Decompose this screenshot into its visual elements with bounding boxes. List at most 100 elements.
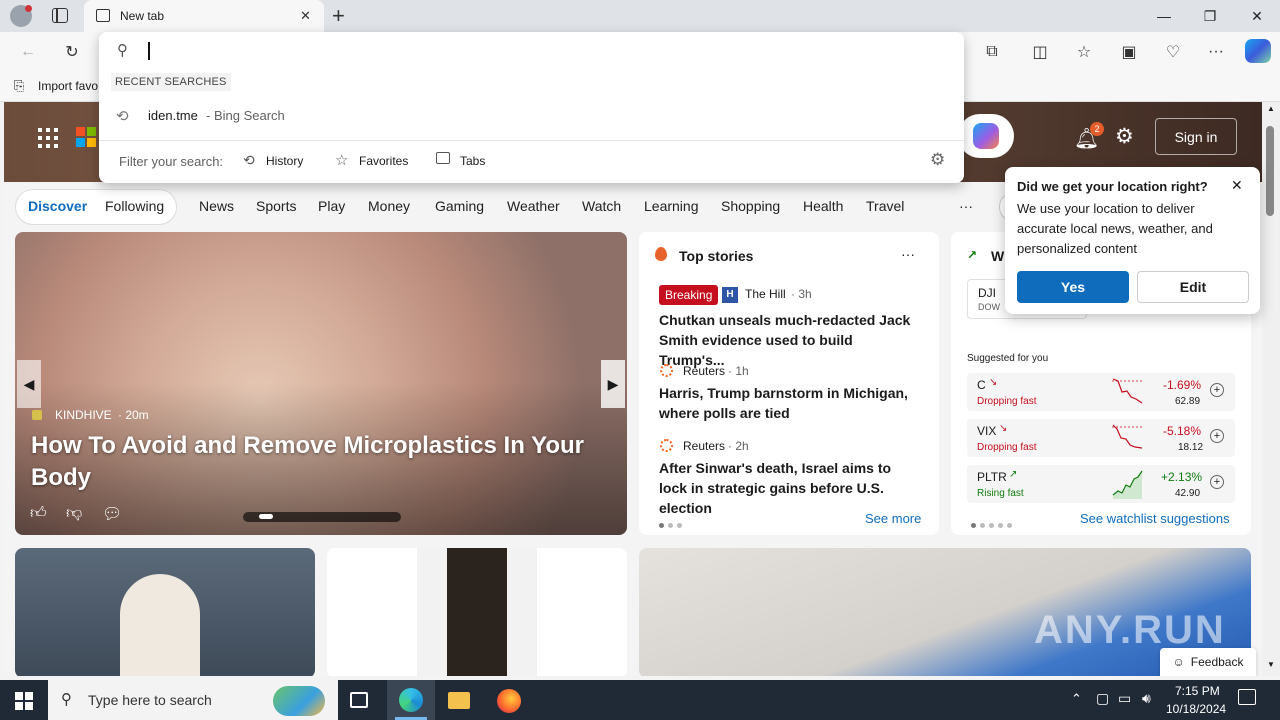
extensions-icon[interactable]: ⧉	[980, 40, 1004, 64]
feature-source: KINDHIVE	[55, 408, 112, 422]
close-tab-icon[interactable]: ✕	[300, 8, 311, 24]
thumbs-up-icon[interactable]: 👍︎	[30, 504, 47, 523]
volume-icon[interactable]: 🔊︎	[1142, 690, 1151, 707]
filter-tabs[interactable]: Tabs	[460, 154, 485, 168]
refresh-icon[interactable]: ↻	[60, 40, 84, 64]
close-window-button[interactable]: ✕	[1234, 0, 1280, 32]
add-to-watchlist-icon[interactable]: +	[1210, 383, 1224, 397]
show-hidden-icons-icon[interactable]: ⌃	[1071, 691, 1082, 707]
add-to-watchlist-icon[interactable]: +	[1210, 429, 1224, 443]
profile-icon[interactable]	[10, 5, 32, 27]
history-clock-icon: ⟲	[116, 108, 129, 125]
task-view-icon[interactable]	[350, 692, 368, 708]
minimize-button[interactable]: —	[1141, 0, 1187, 32]
comment-icon[interactable]: 💬︎	[102, 504, 122, 524]
story-headline[interactable]: After Sinwar's death, Israel aims to loc…	[659, 458, 921, 518]
filter-favorites[interactable]: Favorites	[359, 154, 408, 168]
taskbar: ⚲ Type here to search ⌃ ▢ ▭ 🔊︎ 7:15 PM 1…	[0, 680, 1280, 720]
tab-health[interactable]: Health	[803, 198, 843, 214]
tab-discover[interactable]: Discover	[28, 198, 87, 214]
taskbar-search-box[interactable]: ⚲ Type here to search	[48, 680, 338, 720]
file-explorer-icon[interactable]	[448, 692, 470, 709]
tab-new-tab[interactable]: New tab ✕	[84, 0, 324, 32]
notification-center-icon[interactable]	[1238, 689, 1256, 705]
search-settings-gear-icon[interactable]: ⚙	[930, 150, 945, 170]
network-status-icon[interactable]: ▢	[1096, 690, 1109, 707]
tab-play[interactable]: Play	[318, 198, 345, 214]
address-input-caret[interactable]	[148, 42, 150, 60]
new-tab-button[interactable]: +	[332, 3, 345, 29]
story-source: Reuters	[683, 364, 726, 378]
import-favorites-link[interactable]: Import favo	[38, 79, 98, 93]
carousel-indicator[interactable]	[243, 512, 401, 522]
story-headline[interactable]: Chutkan unseals much-redacted Jack Smith…	[659, 310, 921, 370]
close-popup-icon[interactable]: ✕	[1231, 177, 1243, 194]
import-favorites-icon[interactable]: ⎘	[14, 78, 24, 94]
recent-search-query: iden.tme	[148, 108, 198, 123]
feedback-icon: ☺	[1172, 655, 1185, 669]
windows-start-icon[interactable]	[15, 692, 33, 710]
thumbs-down-icon[interactable]: 👎︎	[66, 504, 82, 523]
tab-learning[interactable]: Learning	[644, 198, 699, 214]
suggested-label: Suggested for you	[967, 353, 1049, 364]
carousel-next-button[interactable]: ▶	[601, 360, 625, 408]
feedback-button[interactable]: ☺ Feedback	[1160, 648, 1256, 676]
split-screen-icon[interactable]: ◫	[1028, 40, 1052, 64]
tab-news[interactable]: News	[199, 198, 234, 214]
sign-in-button[interactable]: Sign in	[1155, 118, 1237, 155]
tab-actions-icon[interactable]	[52, 8, 68, 23]
see-watchlist-suggestions-link[interactable]: See watchlist suggestions	[1080, 511, 1230, 526]
back-arrow-icon[interactable]: ←	[16, 40, 40, 64]
location-popup-body: We use your location to deliver accurate…	[1017, 201, 1213, 256]
copilot-page-button[interactable]	[958, 114, 1014, 158]
clock-date[interactable]: 10/18/2024	[1166, 702, 1226, 716]
fire-icon	[655, 247, 667, 261]
article-image-person	[120, 574, 200, 676]
page-settings-gear-icon[interactable]: ⚙	[1115, 124, 1134, 149]
watchlist-pager[interactable]	[971, 516, 1016, 531]
taskbar-edge-button[interactable]	[387, 680, 435, 720]
clock-time[interactable]: 7:15 PM	[1175, 684, 1220, 698]
stock-row[interactable]: PLTR ↗ Rising fast +2.13% 42.90 +	[967, 465, 1235, 503]
stock-row[interactable]: C ↘ Dropping fast -1.69% 62.89 +	[967, 373, 1235, 411]
filter-history[interactable]: History	[266, 154, 303, 168]
yes-button[interactable]: Yes	[1017, 271, 1129, 303]
top-stories-more-button[interactable]: ···	[901, 246, 915, 262]
page-scrollbar[interactable]: ▲ ▼	[1262, 102, 1280, 676]
feedback-label: Feedback	[1190, 655, 1244, 669]
stock-row[interactable]: VIX ↘ Dropping fast -5.18% 18.12 +	[967, 419, 1235, 457]
app-launcher-icon[interactable]	[38, 128, 58, 148]
browser-essentials-icon[interactable]: ♡	[1161, 40, 1185, 64]
tab-weather[interactable]: Weather	[507, 198, 560, 214]
network-icon[interactable]: ▭	[1118, 690, 1131, 707]
article-card-fashion[interactable]	[327, 548, 627, 676]
tab-gaming[interactable]: Gaming	[435, 198, 484, 214]
tab-shopping[interactable]: Shopping	[721, 198, 780, 214]
address-input-row[interactable]: ⚲	[99, 32, 964, 72]
favorites-star-icon[interactable]: ☆	[1072, 40, 1096, 64]
feature-headline[interactable]: How To Avoid and Remove Microplastics In…	[31, 430, 591, 494]
taskbar-search-placeholder: Type here to search	[88, 692, 212, 708]
firefox-icon[interactable]	[497, 689, 521, 713]
tab-following[interactable]: Following	[105, 198, 164, 214]
copilot-icon[interactable]	[1245, 39, 1271, 63]
story-source: The Hill	[745, 287, 786, 301]
tab-watch[interactable]: Watch	[582, 198, 621, 214]
add-to-watchlist-icon[interactable]: +	[1210, 475, 1224, 489]
feature-article-card[interactable]: ◀ ▶ KINDHIVE · 20m How To Avoid and Remo…	[15, 232, 627, 535]
nav-more-button[interactable]: ···	[959, 198, 973, 214]
tab-travel[interactable]: Travel	[866, 198, 904, 214]
edit-location-button[interactable]: Edit	[1137, 271, 1249, 303]
article-card-pope[interactable]	[15, 548, 315, 676]
more-options-icon[interactable]: ···	[1204, 40, 1228, 64]
maximize-button[interactable]: ❐	[1187, 0, 1233, 32]
see-more-link[interactable]: See more	[865, 511, 921, 526]
story-headline[interactable]: Harris, Trump barnstorm in Michigan, whe…	[659, 383, 921, 423]
story-pager[interactable]	[659, 516, 686, 531]
collections-icon[interactable]: ▣	[1117, 40, 1141, 64]
notification-count-badge: 2	[1090, 122, 1104, 136]
tab-money[interactable]: Money	[368, 198, 410, 214]
carousel-prev-button[interactable]: ◀	[17, 360, 41, 408]
recent-search-item[interactable]: ⟲ iden.tme - Bing Search	[99, 100, 964, 132]
tab-sports[interactable]: Sports	[256, 198, 296, 214]
